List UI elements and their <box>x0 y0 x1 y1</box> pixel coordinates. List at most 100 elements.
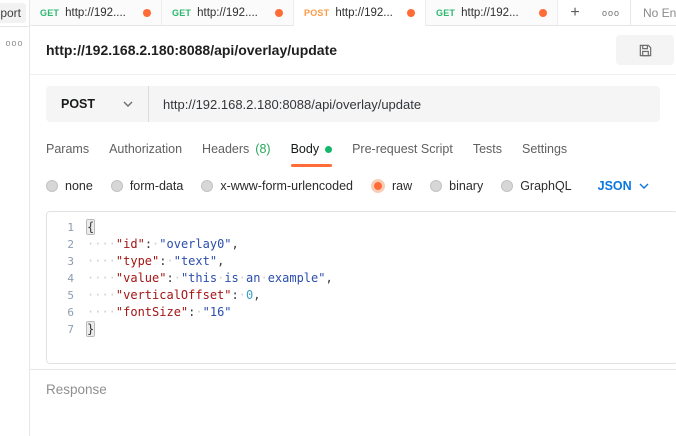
tab-label: Pre-request Script <box>352 142 453 156</box>
environment-selector[interactable]: No Environment <box>631 0 676 26</box>
code-token: { <box>87 220 94 234</box>
url-input[interactable] <box>149 86 660 122</box>
body-type-binary[interactable]: binary <box>430 179 483 193</box>
tab-settings[interactable]: Settings <box>522 131 567 167</box>
code-token: ···· <box>87 237 116 251</box>
editor-line: 3····"type":·"text", <box>47 253 676 270</box>
code-token: ···· <box>87 305 116 319</box>
tab-headers[interactable]: Headers (8) <box>202 131 271 167</box>
import-button[interactable]: Import <box>0 3 26 23</box>
body-type-label: form-data <box>130 179 184 193</box>
code-token: "text" <box>174 254 217 268</box>
request-section-tabs: Params Authorization Headers (8) Body Pre-req… <box>30 131 676 167</box>
tab-label: Body <box>291 142 320 156</box>
body-type-row: none form-data x-www-form-urlencoded raw bin… <box>30 167 676 205</box>
code-editor[interactable]: 1{2····"id":·"overlay0",3····"type":·"te… <box>46 211 676 364</box>
tab-body[interactable]: Body <box>291 131 333 167</box>
main-panel: GEThttp://192....GEThttp://192....POSTht… <box>30 0 676 397</box>
tab-method-label: GET <box>172 8 191 18</box>
request-tab[interactable]: GEThttp://192... <box>426 0 558 26</box>
request-tab[interactable]: POST http://192... <box>294 0 426 26</box>
line-number: 6 <box>47 304 87 321</box>
body-format-selector[interactable]: JSON <box>598 179 649 193</box>
code-content: ····"verticalOffset":·0, <box>87 287 260 304</box>
code-content: ····"value":·"this·is·an·example", <box>87 270 333 287</box>
tab-label: Settings <box>522 142 567 156</box>
code-token: ···· <box>87 288 116 302</box>
unsaved-dot-icon <box>143 9 151 17</box>
tab-label: Headers <box>202 142 249 156</box>
request-title: http://192.168.2.180:8088/api/overlay/up… <box>46 42 337 58</box>
code-token: "verticalOffset" <box>116 288 232 302</box>
request-builder: POST <box>30 75 676 131</box>
code-content: ····"type":·"text", <box>87 253 224 270</box>
code-token: "fontSize" <box>116 305 188 319</box>
tab-options-icon[interactable]: ooo <box>592 0 630 26</box>
tab-authorization[interactable]: Authorization <box>109 131 182 167</box>
request-url-bar: POST <box>46 86 660 122</box>
code-content: ····"id":·"overlay0", <box>87 236 239 253</box>
request-tab[interactable]: GEThttp://192.... <box>162 0 294 26</box>
tab-url-label: http://192.... <box>65 7 126 19</box>
code-token: , <box>217 254 224 268</box>
code-content: { <box>87 219 94 236</box>
save-button[interactable] <box>616 35 674 65</box>
code-token: · <box>167 254 174 268</box>
chevron-down-icon <box>639 183 649 189</box>
code-token: · <box>239 288 246 302</box>
postman-app: Import ooo GEThttp://192....GEThttp://19… <box>0 0 676 436</box>
tab-label: Authorization <box>109 142 182 156</box>
method-selector[interactable]: POST <box>46 86 148 122</box>
code-token: "type" <box>116 254 159 268</box>
line-number: 5 <box>47 287 87 304</box>
code-token: · <box>260 271 267 285</box>
unsaved-dot-icon <box>275 9 283 17</box>
tab-count: (8) <box>255 142 270 156</box>
radio-icon <box>111 180 123 192</box>
body-type-none[interactable]: none <box>46 179 93 193</box>
editor-line: 4····"value":·"this·is·an·example", <box>47 270 676 287</box>
format-label: JSON <box>598 179 632 193</box>
code-token: : <box>145 237 152 251</box>
code-token: · <box>195 305 202 319</box>
code-content: } <box>87 321 94 338</box>
body-type-x-www-form-urlencoded[interactable]: x-www-form-urlencoded <box>201 179 353 193</box>
body-type-label: x-www-form-urlencoded <box>220 179 353 193</box>
request-tab[interactable]: GET http://192.... <box>30 0 162 26</box>
radio-icon <box>201 180 213 192</box>
tab-url-label: http://192... <box>335 7 393 19</box>
code-token: , <box>325 271 332 285</box>
editor-lines: 1{2····"id":·"overlay0",3····"type":·"te… <box>47 219 676 338</box>
code-token: "16" <box>203 305 232 319</box>
body-type-graphql[interactable]: GraphQL <box>501 179 571 193</box>
code-token: is <box>224 271 238 285</box>
tab-pre-request-script[interactable]: Pre-request Script <box>352 131 453 167</box>
line-number: 7 <box>47 321 87 338</box>
code-token: example" <box>268 271 326 285</box>
tab-method-label: POST <box>304 8 329 18</box>
code-token: : <box>232 288 239 302</box>
body-type-raw[interactable]: raw <box>371 179 412 193</box>
tab-tests[interactable]: Tests <box>473 131 502 167</box>
body-type-label: none <box>65 179 93 193</box>
body-type-label: GraphQL <box>520 179 571 193</box>
tab-method-label: GET <box>40 8 59 18</box>
code-token: · <box>174 271 181 285</box>
sidebar-more-icon[interactable]: ooo <box>0 38 29 48</box>
code-token: "value" <box>116 271 167 285</box>
tab-url-label: http://192... <box>461 7 519 19</box>
body-type-form-data[interactable]: form-data <box>111 179 184 193</box>
code-token: ···· <box>87 271 116 285</box>
line-number: 1 <box>47 219 87 236</box>
radio-icon <box>46 180 58 192</box>
tab-params[interactable]: Params <box>46 131 89 167</box>
new-tab-button[interactable]: + <box>558 0 592 26</box>
tab-label: Tests <box>473 142 502 156</box>
method-label: POST <box>61 97 95 111</box>
code-token: "this <box>181 271 217 285</box>
code-token: an <box>246 271 260 285</box>
radio-icon <box>371 179 385 193</box>
line-number: 3 <box>47 253 87 270</box>
code-token: ···· <box>87 254 116 268</box>
save-icon <box>638 43 653 58</box>
